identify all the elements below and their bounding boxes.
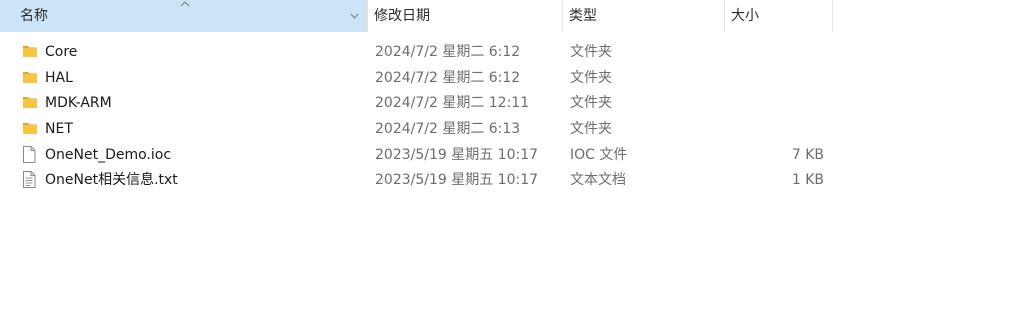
column-divider[interactable] (832, 0, 833, 32)
column-header-type-label: 类型 (569, 8, 597, 24)
chevron-down-icon[interactable] (350, 12, 359, 20)
file-name: NET (45, 121, 73, 137)
file-date: 2024/7/2 星期二 6:12 (375, 44, 521, 60)
file-row-core[interactable]: Core 2024/7/2 星期二 6:12 文件夹 (0, 39, 1024, 65)
folder-icon (22, 116, 40, 142)
file-row-hal[interactable]: HAL 2024/7/2 星期二 6:12 文件夹 (0, 65, 1024, 91)
file-date: 2023/5/19 星期五 10:17 (375, 172, 539, 188)
file-row-onenet-info-txt[interactable]: OneNet相关信息.txt 2023/5/19 星期五 10:17 文本文档 … (0, 167, 1024, 193)
file-size (725, 39, 824, 65)
file-icon (22, 142, 40, 168)
sort-ascending-icon (180, 1, 190, 7)
file-row-onenet-demo-ioc[interactable]: OneNet_Demo.ioc 2023/5/19 星期五 10:17 IOC … (0, 142, 1024, 168)
file-date: 2024/7/2 星期二 6:13 (375, 121, 521, 137)
file-row-mdk-arm[interactable]: MDK-ARM 2024/7/2 星期二 12:11 文件夹 (0, 90, 1024, 116)
column-header-date[interactable]: 修改日期 (368, 0, 562, 32)
file-name: OneNet相关信息.txt (45, 172, 178, 188)
file-date: 2024/7/2 星期二 12:11 (375, 95, 530, 111)
file-date: 2023/5/19 星期五 10:17 (375, 147, 539, 163)
column-header-name-label: 名称 (20, 8, 48, 24)
column-header-date-label: 修改日期 (374, 8, 430, 24)
file-type: 文件夹 (570, 121, 612, 137)
column-header-size-label: 大小 (731, 8, 759, 24)
file-type: 文件夹 (570, 70, 612, 86)
file-type: 文件夹 (570, 44, 612, 60)
folder-icon (22, 65, 40, 91)
file-size: 1 KB (791, 172, 824, 188)
file-type: IOC 文件 (570, 147, 628, 163)
text-file-icon (22, 167, 40, 193)
file-name: HAL (45, 70, 73, 86)
file-type: 文本文档 (570, 172, 626, 188)
file-name: MDK-ARM (45, 95, 112, 111)
file-size (725, 116, 824, 142)
column-header-size[interactable]: 大小 (725, 0, 832, 32)
file-date: 2024/7/2 星期二 6:12 (375, 70, 521, 86)
file-size (725, 65, 824, 91)
file-row-net[interactable]: NET 2024/7/2 星期二 6:13 文件夹 (0, 116, 1024, 142)
column-header-type[interactable]: 类型 (563, 0, 724, 32)
folder-icon (22, 39, 40, 65)
file-name: OneNet_Demo.ioc (45, 147, 172, 163)
file-name: Core (45, 44, 78, 60)
folder-icon (22, 90, 40, 116)
file-type: 文件夹 (570, 95, 612, 111)
file-size (725, 90, 824, 116)
column-header-bar: 名称 修改日期 类型 大小 (0, 0, 1024, 32)
file-size: 7 KB (791, 147, 824, 163)
